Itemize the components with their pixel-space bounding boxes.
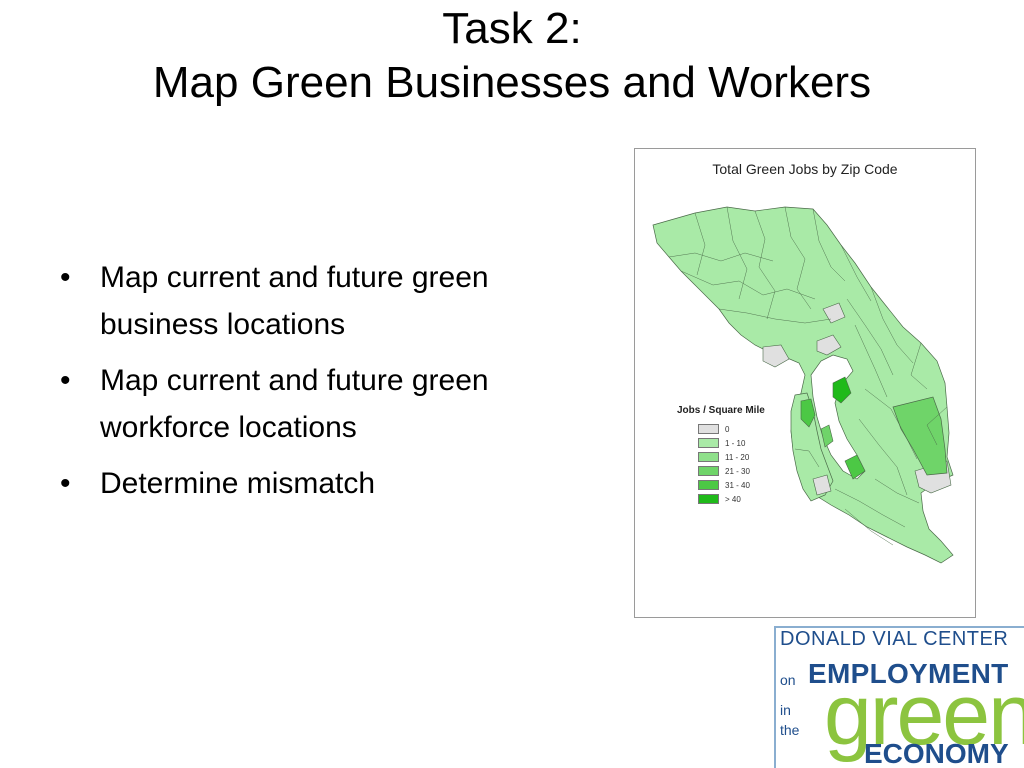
legend-swatch [698, 438, 719, 448]
legend-item: > 40 [698, 494, 741, 505]
legend-swatch [698, 494, 719, 504]
legend-item: 11 - 20 [698, 452, 749, 463]
legend-label: 31 - 40 [725, 481, 750, 490]
bullet-icon: • [60, 261, 71, 294]
legend-swatch [698, 480, 719, 490]
bullet-text: Determine mismatch [100, 467, 376, 500]
bullet-list: • Map current and future green business … [60, 254, 600, 516]
legend-label: 21 - 30 [725, 467, 750, 476]
legend-item: 1 - 10 [698, 438, 745, 449]
bullet-item: • Map current and future green workforce… [60, 357, 600, 451]
legend-label: 0 [725, 425, 730, 434]
logo-word-economy: ECONOMY [864, 738, 1009, 768]
bullet-icon: • [60, 364, 71, 397]
legend-label: 11 - 20 [725, 453, 750, 462]
slide-title: Task 2: Map Green Businesses and Workers [0, 2, 1024, 110]
legend-title: Jobs / Square Mile [677, 405, 765, 416]
donald-vial-center-logo: DONALD VIAL CENTER on EMPLOYMENT in the … [774, 626, 1024, 768]
legend-item: 0 [698, 424, 729, 435]
slide-title-line-1: Task 2: [442, 4, 582, 53]
legend-swatch [698, 452, 719, 462]
bullet-text: Map current and future green business lo… [100, 261, 489, 341]
bullet-item: • Determine mismatch [60, 460, 600, 507]
legend-swatch [698, 424, 719, 434]
bullet-text: Map current and future green workforce l… [100, 364, 489, 444]
logo-center-name: DONALD VIAL CENTER [780, 628, 1009, 650]
bullet-item: • Map current and future green business … [60, 254, 600, 348]
legend-label: 1 - 10 [725, 439, 746, 448]
legend-item: 31 - 40 [698, 480, 750, 491]
legend-label: > 40 [725, 495, 741, 504]
legend-item: 21 - 30 [698, 466, 750, 477]
logo-word-on: on [780, 672, 796, 688]
logo-word-the: the [780, 722, 800, 738]
logo-word-in: in [780, 702, 791, 718]
map-region-main [652, 206, 954, 564]
bullet-icon: • [60, 467, 71, 500]
bay-area-zip-map [652, 206, 954, 564]
slide-title-line-2: Map Green Businesses and Workers [152, 58, 872, 107]
legend-swatch [698, 466, 719, 476]
map-figure: Total Green Jobs by Zip Code Jobs / Squa… [634, 148, 976, 618]
